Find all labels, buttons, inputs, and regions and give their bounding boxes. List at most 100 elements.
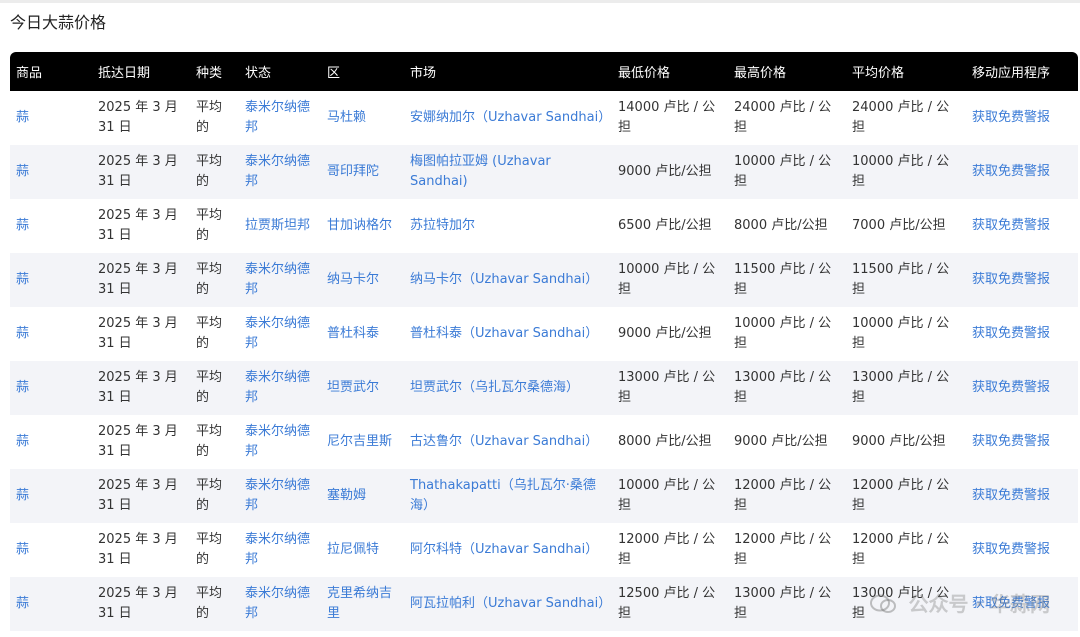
table-row: 蒜 2025 年 3 月 31 日平均的 泰米尔纳德邦 拉尼佩特 阿尔科特（Uzhava…	[10, 523, 1078, 577]
cell-state[interactable]: 泰米尔纳德邦	[239, 577, 321, 631]
cell-min-price: 10000 卢比 / 公担	[618, 262, 716, 297]
cell-state[interactable]: 泰米尔纳德邦	[239, 361, 321, 415]
cell-state[interactable]: 拉贾斯坦邦	[239, 199, 321, 253]
cell-avg-price: 13000 卢比 / 公担	[852, 586, 950, 621]
cell-arrival-date: 2025 年 3 月 31 日	[98, 586, 178, 621]
price-table-container: 商品 抵达日期 种类 状态 区 市场 最低价格 最高价格 平均价格 移动应用程序…	[10, 52, 1078, 631]
cell-min-price: 12000 卢比 / 公担	[618, 532, 716, 567]
cell-market[interactable]: Thathakapatti（乌扎瓦尔·桑德海）	[404, 469, 612, 523]
cell-market[interactable]: 苏拉特加尔	[404, 199, 612, 253]
page-title: 今日大蒜价格	[10, 13, 107, 32]
cell-min-price: 9000 卢比/公担	[618, 164, 712, 179]
header-variety: 种类	[196, 66, 223, 81]
cell-commodity[interactable]: 蒜	[10, 307, 92, 361]
cell-district[interactable]: 尼尔吉里斯	[321, 415, 404, 469]
table-row: 蒜 2025 年 3 月 31 日平均的 泰米尔纳德邦 坦贾武尔 坦贾武尔（乌扎瓦尔桑德…	[10, 361, 1078, 415]
cell-max-price: 11500 卢比 / 公担	[734, 262, 832, 297]
cell-mobile-app[interactable]: 获取免费警报	[966, 91, 1078, 145]
cell-min-price: 6500 卢比/公担	[618, 218, 712, 233]
cell-market[interactable]: 阿瓦拉帕利（Uzhavar Sandhai）	[404, 577, 612, 631]
cell-district[interactable]: 拉尼佩特	[321, 523, 404, 577]
cell-avg-price: 10000 卢比 / 公担	[852, 316, 950, 351]
cell-variety: 平均的	[196, 478, 223, 513]
table-row: 蒜 2025 年 3 月 31 日平均的 泰米尔纳德邦 哥印拜陀 梅图帕拉亚姆 (Uzh…	[10, 145, 1078, 199]
cell-mobile-app[interactable]: 获取免费警报	[966, 577, 1078, 631]
header-market: 市场	[410, 66, 437, 81]
cell-commodity[interactable]: 蒜	[10, 199, 92, 253]
cell-mobile-app[interactable]: 获取免费警报	[966, 307, 1078, 361]
cell-district[interactable]: 马杜赖	[321, 91, 404, 145]
cell-commodity[interactable]: 蒜	[10, 361, 92, 415]
header-min-price: 最低价格	[618, 66, 671, 81]
cell-arrival-date: 2025 年 3 月 31 日	[98, 370, 178, 405]
cell-max-price: 8000 卢比/公担	[734, 218, 828, 233]
header-state: 状态	[245, 66, 272, 81]
cell-mobile-app[interactable]: 获取免费警报	[966, 469, 1078, 523]
cell-market[interactable]: 古达鲁尔（Uzhavar Sandhai）	[404, 415, 612, 469]
table-row: 蒜 2025 年 3 月 31 日平均的 泰米尔纳德邦 纳马卡尔 纳马卡尔（Uzhava…	[10, 253, 1078, 307]
cell-max-price: 13000 卢比 / 公担	[734, 586, 832, 621]
cell-market[interactable]: 梅图帕拉亚姆 (Uzhavar Sandhai)	[404, 145, 612, 199]
cell-variety: 平均的	[196, 154, 223, 189]
cell-arrival-date: 2025 年 3 月 31 日	[98, 262, 178, 297]
cell-arrival-date: 2025 年 3 月 31 日	[98, 316, 178, 351]
cell-commodity[interactable]: 蒜	[10, 145, 92, 199]
cell-arrival-date: 2025 年 3 月 31 日	[98, 532, 178, 567]
cell-market[interactable]: 普杜科泰（Uzhavar Sandhai）	[404, 307, 612, 361]
table-row: 蒜 2025 年 3 月 31 日平均的 拉贾斯坦邦 甘加讷格尔 苏拉特加尔 6500 卢…	[10, 199, 1078, 253]
cell-commodity[interactable]: 蒜	[10, 253, 92, 307]
cell-avg-price: 13000 卢比 / 公担	[852, 370, 950, 405]
cell-commodity[interactable]: 蒜	[10, 523, 92, 577]
cell-variety: 平均的	[196, 208, 223, 243]
cell-mobile-app[interactable]: 获取免费警报	[966, 361, 1078, 415]
cell-state[interactable]: 泰米尔纳德邦	[239, 91, 321, 145]
cell-min-price: 12500 卢比 / 公担	[618, 586, 716, 621]
cell-state[interactable]: 泰米尔纳德邦	[239, 307, 321, 361]
cell-state[interactable]: 泰米尔纳德邦	[239, 523, 321, 577]
cell-min-price: 13000 卢比 / 公担	[618, 370, 716, 405]
cell-market[interactable]: 安娜纳加尔（Uzhavar Sandhai）	[404, 91, 612, 145]
cell-mobile-app[interactable]: 获取免费警报	[966, 523, 1078, 577]
cell-state[interactable]: 泰米尔纳德邦	[239, 253, 321, 307]
header-avg-price: 平均价格	[852, 66, 905, 81]
header-district: 区	[327, 66, 341, 81]
cell-variety: 平均的	[196, 100, 223, 135]
cell-district[interactable]: 克里希纳吉里	[321, 577, 404, 631]
table-row: 蒜 2025 年 3 月 31 日平均的 泰米尔纳德邦 克里希纳吉里 阿瓦拉帕利（Uzh…	[10, 577, 1078, 631]
cell-commodity[interactable]: 蒜	[10, 577, 92, 631]
cell-state[interactable]: 泰米尔纳德邦	[239, 145, 321, 199]
cell-district[interactable]: 坦贾武尔	[321, 361, 404, 415]
cell-mobile-app[interactable]: 获取免费警报	[966, 415, 1078, 469]
cell-mobile-app[interactable]: 获取免费警报	[966, 145, 1078, 199]
cell-max-price: 12000 卢比 / 公担	[734, 478, 832, 513]
cell-market[interactable]: 坦贾武尔（乌扎瓦尔桑德海）	[404, 361, 612, 415]
table-header-row: 商品 抵达日期 种类 状态 区 市场 最低价格 最高价格 平均价格 移动应用程序	[10, 52, 1078, 91]
cell-state[interactable]: 泰米尔纳德邦	[239, 415, 321, 469]
cell-district[interactable]: 甘加讷格尔	[321, 199, 404, 253]
cell-avg-price: 24000 卢比 / 公担	[852, 100, 950, 135]
cell-district[interactable]: 哥印拜陀	[321, 145, 404, 199]
cell-arrival-date: 2025 年 3 月 31 日	[98, 100, 178, 135]
cell-max-price: 24000 卢比 / 公担	[734, 100, 832, 135]
cell-max-price: 9000 卢比/公担	[734, 434, 828, 449]
table-row: 蒜 2025 年 3 月 31 日平均的 泰米尔纳德邦 尼尔吉里斯 古达鲁尔（Uzhav…	[10, 415, 1078, 469]
cell-market[interactable]: 阿尔科特（Uzhavar Sandhai）	[404, 523, 612, 577]
cell-commodity[interactable]: 蒜	[10, 469, 92, 523]
table-row: 蒜 2025 年 3 月 31 日平均的 泰米尔纳德邦 塞勒姆 Thathakapatt…	[10, 469, 1078, 523]
cell-max-price: 12000 卢比 / 公担	[734, 532, 832, 567]
cell-commodity[interactable]: 蒜	[10, 91, 92, 145]
cell-district[interactable]: 塞勒姆	[321, 469, 404, 523]
cell-mobile-app[interactable]: 获取免费警报	[966, 199, 1078, 253]
cell-state[interactable]: 泰米尔纳德邦	[239, 469, 321, 523]
cell-avg-price: 12000 卢比 / 公担	[852, 532, 950, 567]
cell-district[interactable]: 普杜科泰	[321, 307, 404, 361]
cell-market[interactable]: 纳马卡尔（Uzhavar Sandhai）	[404, 253, 612, 307]
header-mobile-app: 移动应用程序	[972, 66, 1051, 81]
cell-mobile-app[interactable]: 获取免费警报	[966, 253, 1078, 307]
cell-commodity[interactable]: 蒜	[10, 415, 92, 469]
cell-variety: 平均的	[196, 262, 223, 297]
cell-avg-price: 12000 卢比 / 公担	[852, 478, 950, 513]
cell-min-price: 8000 卢比/公担	[618, 434, 712, 449]
cell-district[interactable]: 纳马卡尔	[321, 253, 404, 307]
cell-variety: 平均的	[196, 424, 223, 459]
